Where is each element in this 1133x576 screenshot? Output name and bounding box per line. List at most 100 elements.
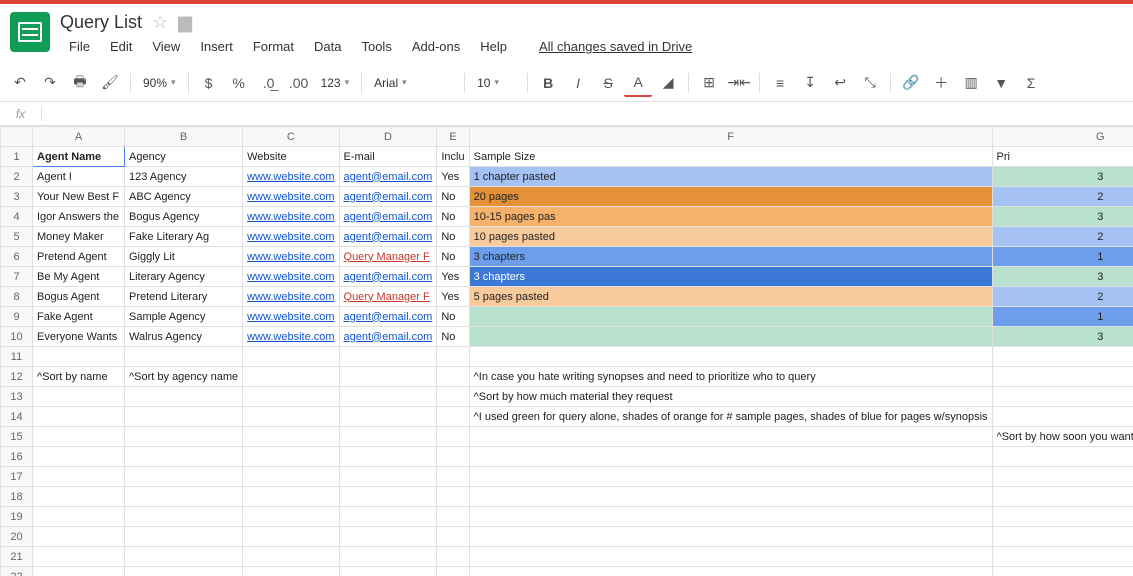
cell[interactable] [33,427,125,447]
cell[interactable]: 3 [992,167,1133,187]
borders-icon[interactable]: ⊞ [695,69,723,97]
cell[interactable]: 20 pages [469,187,992,207]
cell[interactable] [469,527,992,547]
row-header[interactable]: 1 [1,147,33,167]
cell[interactable]: www.website.com [243,247,339,267]
cell[interactable] [339,467,437,487]
cell[interactable]: ^Sort by agency name [125,367,243,387]
cell[interactable] [469,427,992,447]
cell[interactable] [437,487,469,507]
cell[interactable] [992,447,1133,467]
cell[interactable] [33,407,125,427]
v-align-icon[interactable]: ↧ [796,69,824,97]
cell[interactable]: 2 [992,187,1133,207]
cell[interactable] [437,387,469,407]
menu-edit[interactable]: Edit [101,35,141,58]
cell[interactable] [125,487,243,507]
cell[interactable] [339,527,437,547]
row-header[interactable]: 21 [1,547,33,567]
cell[interactable]: ^Sort by how much material they request [469,387,992,407]
row-header[interactable]: 7 [1,267,33,287]
row-header[interactable]: 20 [1,527,33,547]
cell[interactable]: ABC Agency [125,187,243,207]
cell[interactable] [125,347,243,367]
cell[interactable]: 1 chapter pasted [469,167,992,187]
cell[interactable]: www.website.com [243,267,339,287]
cell[interactable] [437,347,469,367]
filter-icon[interactable]: ▼ [987,69,1015,97]
cell[interactable] [992,567,1133,576]
row-header[interactable]: 22 [1,567,33,576]
cell[interactable]: Igor Answers the [33,207,125,227]
cell[interactable]: Literary Agency [125,267,243,287]
cell[interactable]: Everyone Wants [33,327,125,347]
cell[interactable] [339,367,437,387]
menu-file[interactable]: File [60,35,99,58]
cell[interactable] [125,527,243,547]
cell[interactable] [469,307,992,327]
print-icon[interactable]: 🖶 [66,69,94,97]
cell[interactable]: 3 chapters [469,247,992,267]
cell[interactable] [33,527,125,547]
header-cell[interactable]: Agency [125,147,243,167]
cell[interactable] [469,507,992,527]
cell[interactable] [992,507,1133,527]
cell[interactable]: No [437,187,469,207]
cell[interactable] [33,567,125,576]
row-header[interactable]: 17 [1,467,33,487]
cell[interactable] [469,567,992,576]
cell[interactable]: agent@email.com [339,327,437,347]
cell[interactable] [339,387,437,407]
cell[interactable]: www.website.com [243,207,339,227]
cell[interactable] [125,467,243,487]
row-header[interactable]: 11 [1,347,33,367]
h-align-icon[interactable]: ≡ [766,69,794,97]
cell[interactable]: www.website.com [243,327,339,347]
cell[interactable] [243,387,339,407]
cell[interactable] [243,467,339,487]
menu-format[interactable]: Format [244,35,303,58]
redo-icon[interactable]: ↷ [36,69,64,97]
cell[interactable] [437,527,469,547]
cell[interactable]: No [437,327,469,347]
cell[interactable]: No [437,247,469,267]
link-icon[interactable]: 🔗 [897,69,925,97]
increase-decimal-icon[interactable]: .00 [285,69,313,97]
cell[interactable]: agent@email.com [339,187,437,207]
italic-icon[interactable]: I [564,69,592,97]
cell[interactable] [992,467,1133,487]
cell[interactable]: www.website.com [243,307,339,327]
col-header-E[interactable]: E [437,127,469,147]
chart-icon[interactable]: ▥ [957,69,985,97]
header-cell[interactable]: Agent Name [33,147,125,167]
folder-icon[interactable]: ▆ [178,12,192,33]
menu-addons[interactable]: Add-ons [403,35,469,58]
row-header[interactable]: 10 [1,327,33,347]
cell[interactable]: Bogus Agent [33,287,125,307]
fill-color-icon[interactable]: ◢ [654,69,682,97]
merge-cells-icon[interactable]: ⇥⇤ [725,69,753,97]
font-size-select[interactable]: 10▾ [471,76,521,90]
cell[interactable] [469,447,992,467]
functions-icon[interactable]: Σ [1017,69,1045,97]
cell[interactable]: Agent I [33,167,125,187]
cell[interactable]: Be My Agent [33,267,125,287]
cell[interactable] [469,347,992,367]
menu-tools[interactable]: Tools [352,35,400,58]
header-cell[interactable]: Website [243,147,339,167]
cell[interactable]: 10-15 pages pas [469,207,992,227]
cell[interactable] [437,547,469,567]
cell[interactable]: Fake Agent [33,307,125,327]
cell[interactable]: 123 Agency [125,167,243,187]
cell[interactable]: 1 [992,307,1133,327]
cell[interactable] [437,507,469,527]
cell[interactable]: ^In case you hate writing synopses and n… [469,367,992,387]
cell[interactable]: Fake Literary Ag [125,227,243,247]
cell[interactable]: No [437,227,469,247]
cell[interactable] [243,547,339,567]
cell[interactable]: Pretend Literary [125,287,243,307]
cell[interactable] [33,347,125,367]
cell[interactable] [437,467,469,487]
grid[interactable]: ABCDEFGHIJKLMNOP1Agent NameAgencyWebsite… [0,126,1133,576]
cell[interactable]: 3 [992,267,1133,287]
